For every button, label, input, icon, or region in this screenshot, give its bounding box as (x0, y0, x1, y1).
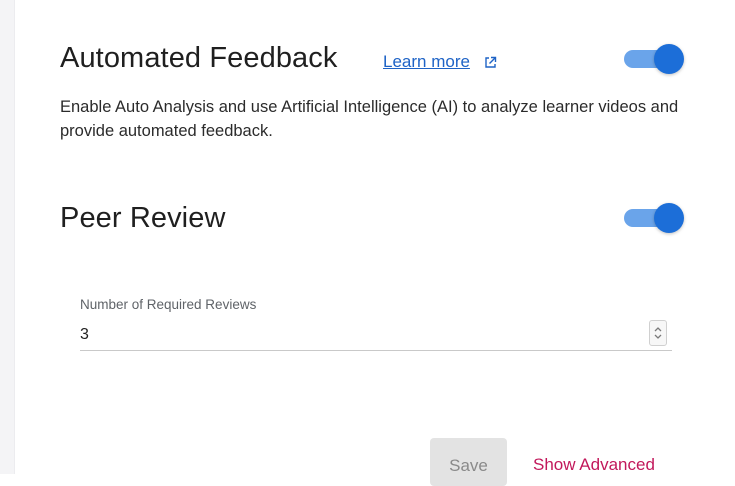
automated-feedback-description: Enable Auto Analysis and use Artificial … (60, 98, 679, 140)
learn-more-link[interactable]: Learn more (383, 52, 470, 72)
up-down-chevron-icon[interactable] (649, 320, 667, 346)
automated-feedback-toggle[interactable] (624, 44, 686, 74)
show-advanced-link[interactable]: Show Advanced (533, 455, 655, 475)
external-link-icon[interactable] (484, 56, 497, 69)
required-reviews-label: Number of Required Reviews (80, 297, 257, 312)
toggle-thumb (654, 44, 684, 74)
peer-review-title: Peer Review (60, 202, 226, 234)
save-button[interactable]: Save (430, 438, 507, 486)
peer-review-toggle[interactable] (624, 203, 686, 233)
automated-feedback-title: Automated Feedback (60, 42, 338, 74)
toggle-thumb (654, 203, 684, 233)
required-reviews-input[interactable] (80, 320, 672, 351)
left-rail (0, 0, 15, 474)
